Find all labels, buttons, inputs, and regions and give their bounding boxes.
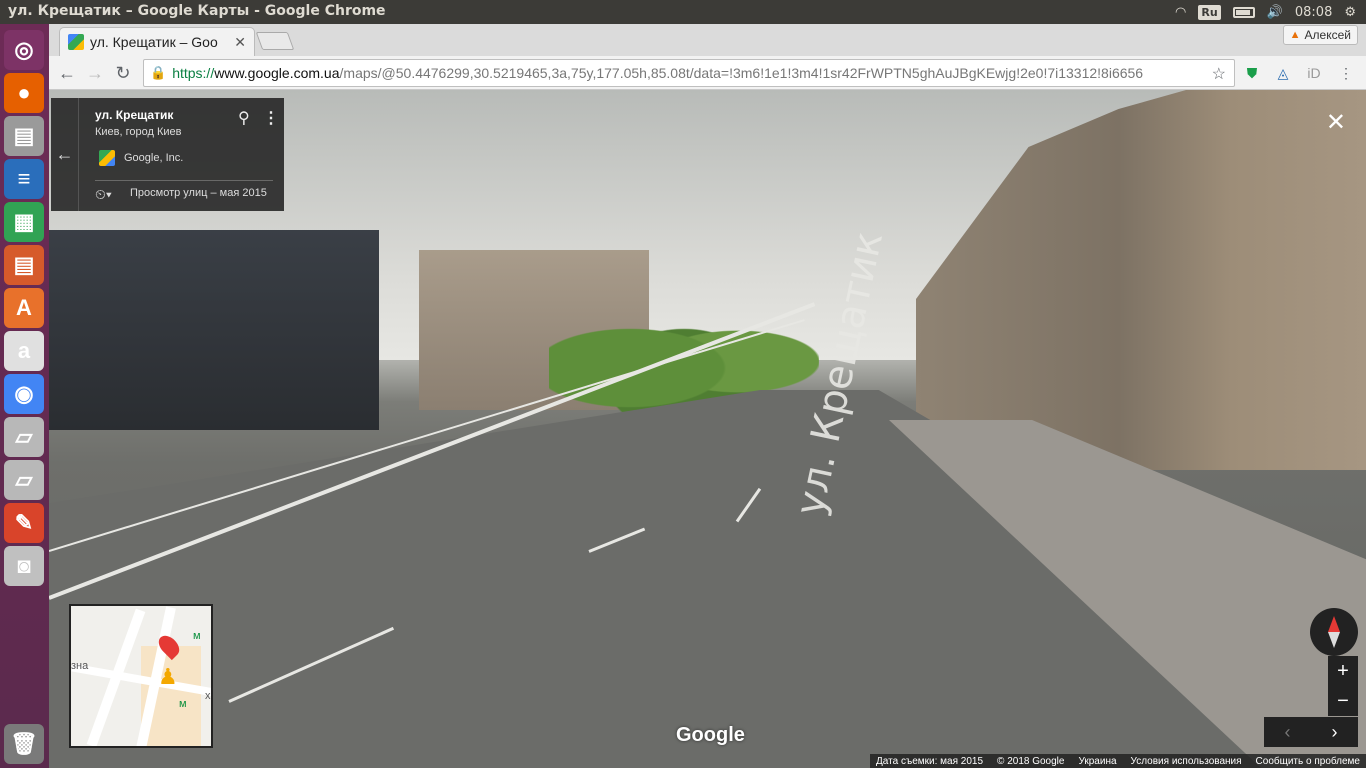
launcher-calc-icon[interactable]: ▦ — [4, 202, 44, 242]
launcher-ubuntu-dash-icon[interactable]: ◎ — [4, 30, 44, 70]
launcher-drive-1-icon[interactable]: ▱ — [4, 417, 44, 457]
address-bar[interactable]: 🔒 https:// www.google.com.ua /maps/@50.4… — [143, 59, 1235, 87]
url-path: /maps/@50.4476299,30.5219465,3a,75y,177.… — [339, 65, 1144, 81]
launcher-glyph: 🗑 — [10, 731, 38, 756]
launcher-writer-icon[interactable]: ≡ — [4, 159, 44, 199]
minimap-label: х — [205, 690, 211, 702]
forward-button[interactable]: → — [83, 62, 107, 84]
close-icon[interactable]: ✕ — [234, 34, 246, 51]
google-logo: Google — [676, 724, 745, 746]
warning-icon: ▲ — [1289, 29, 1301, 41]
url-host: www.google.com.ua — [214, 65, 340, 81]
terms-link[interactable]: Условия использования — [1131, 756, 1242, 767]
menu-icon[interactable]: ⋮ — [1337, 64, 1355, 82]
capture-date: Дата съемки: мая 2015 — [876, 755, 984, 767]
launcher-firefox-icon[interactable]: ● — [4, 73, 44, 113]
imagery-provider: Google, Inc. — [124, 152, 184, 164]
keyboard-layout-indicator[interactable]: Ru — [1198, 4, 1221, 20]
launcher-glyph: ▤ — [13, 252, 35, 277]
launcher-glyph: a — [17, 338, 31, 363]
report-problem-link[interactable]: Сообщить о проблеме — [1256, 756, 1360, 767]
launcher-glyph: ◉ — [14, 381, 34, 406]
url-scheme: https:// — [172, 65, 215, 81]
gear-icon[interactable]: ⚙ — [1344, 5, 1356, 20]
launcher-amazon-icon[interactable]: a — [4, 331, 44, 371]
volume-icon[interactable]: 🔊 — [1267, 5, 1283, 20]
chevron-left-icon[interactable]: ‹ — [1264, 717, 1311, 747]
chevron-right-icon[interactable]: › — [1311, 717, 1358, 747]
reload-button[interactable]: ↻ — [111, 62, 135, 84]
more-options-icon[interactable]: ⋮ — [263, 108, 279, 128]
map-footer: Дата съемки: мая 2015 © 2018 Google Укра… — [870, 754, 1366, 768]
profile-button[interactable]: ▲ Алексей — [1282, 25, 1358, 45]
capture-date-label[interactable]: Просмотр улиц – мая 2015 — [130, 187, 267, 199]
minimap[interactable]: зна м м х ♟ — [69, 604, 213, 748]
divider — [95, 180, 273, 181]
tab-title: ул. Крещатик – Goo — [90, 34, 218, 50]
photo-pager: ‹ › — [1264, 717, 1358, 747]
back-arrow-icon[interactable]: ← — [51, 98, 79, 211]
launcher-glyph: ▦ — [13, 209, 35, 234]
zoom-out-button[interactable]: − — [1328, 686, 1358, 716]
chrome-window: ул. Крещатик – Goo ✕ ▲ Алексей ← → ↻ 🔒 h… — [49, 24, 1366, 768]
bookmark-star-icon[interactable]: ☆ — [1212, 64, 1226, 84]
launcher-glyph: ▱ — [15, 467, 33, 492]
battery-icon[interactable] — [1232, 6, 1255, 18]
compass-button[interactable] — [1310, 608, 1358, 656]
street-view-viewport[interactable]: ул. Крещатик ← ул. Крещатик Киев, город … — [49, 90, 1366, 768]
launcher-chrome-icon[interactable]: ◉ — [4, 374, 44, 414]
launcher-glyph: ▤ — [13, 123, 35, 148]
launcher-glyph: ◎ — [14, 37, 34, 62]
lock-icon[interactable]: 🔒 — [150, 65, 166, 81]
tab-strip: ул. Крещатик – Goo ✕ ▲ Алексей — [49, 24, 1366, 56]
top-panel: ул. Крещатик – Google Карты - Google Chr… — [0, 0, 1366, 24]
clock[interactable]: 08:08 — [1295, 5, 1332, 20]
launcher-impress-icon[interactable]: ▤ — [4, 245, 44, 285]
launcher-files-icon[interactable]: ▤ — [4, 116, 44, 156]
launcher-settings-icon[interactable]: ✎ — [4, 503, 44, 543]
tab-google-maps[interactable]: ул. Крещатик – Goo ✕ — [59, 27, 255, 56]
launcher-glyph: ▱ — [15, 424, 33, 449]
adguard-extension-icon[interactable]: ⛊ — [1243, 64, 1261, 82]
launcher-trash-icon[interactable]: 🗑 — [4, 724, 44, 764]
minimap-label: зна — [71, 660, 89, 672]
profile-name: Алексей — [1304, 28, 1351, 42]
metro-icon: м — [193, 630, 201, 642]
launcher-glyph: A — [16, 295, 32, 320]
launcher: ◎ ● ▤ ≡ ▦ ▤ Aa ◉ ▱ ▱ ✎ ◙ 🗑 — [0, 24, 49, 768]
launcher-glyph: ● — [17, 80, 31, 105]
metro-icon: м — [179, 698, 187, 710]
launcher-screenshot-icon[interactable]: ◙ — [4, 546, 44, 586]
close-street-view-icon[interactable]: ✕ — [1326, 108, 1346, 137]
launcher-software-center-icon[interactable]: A — [4, 288, 44, 328]
building-left — [49, 230, 379, 430]
place-name: ул. Крещатик — [95, 108, 174, 122]
launcher-glyph: ◙ — [17, 553, 31, 578]
compass-north-icon — [1328, 616, 1340, 632]
extension-icon[interactable]: ◬ — [1274, 64, 1292, 82]
launcher-glyph: ✎ — [14, 510, 34, 535]
map-pin-icon[interactable]: ⚲ — [238, 108, 250, 128]
zoom-control: + − — [1328, 656, 1358, 716]
system-tray: ◠ Ru 🔊 08:08 ⚙ — [1175, 0, 1366, 24]
wifi-icon[interactable]: ◠ — [1175, 5, 1186, 20]
launcher-drive-2-icon[interactable]: ▱ — [4, 460, 44, 500]
browser-toolbar: ← → ↻ 🔒 https:// www.google.com.ua /maps… — [49, 56, 1366, 90]
location-info-card: ← ул. Крещатик Киев, город Киев ⚲ ⋮ Goog… — [51, 98, 284, 211]
launcher-glyph: ≡ — [17, 166, 31, 191]
place-subtitle: Киев, город Киев — [95, 126, 182, 138]
country-link[interactable]: Украина — [1078, 756, 1116, 767]
google-maps-favicon-icon — [68, 34, 84, 50]
google-maps-logo-icon — [99, 150, 115, 166]
copyright: © 2018 Google — [997, 755, 1065, 767]
back-button[interactable]: ← — [55, 62, 79, 84]
pegman-icon[interactable]: ♟ — [158, 664, 178, 690]
compass-south-icon — [1328, 632, 1340, 648]
window-title: ул. Крещатик – Google Карты - Google Chr… — [8, 3, 386, 19]
zoom-in-button[interactable]: + — [1328, 656, 1358, 686]
history-icon[interactable]: ⏲▾ — [95, 186, 112, 203]
id-extension-icon[interactable]: iD — [1305, 64, 1323, 82]
new-tab-button[interactable] — [255, 32, 295, 50]
